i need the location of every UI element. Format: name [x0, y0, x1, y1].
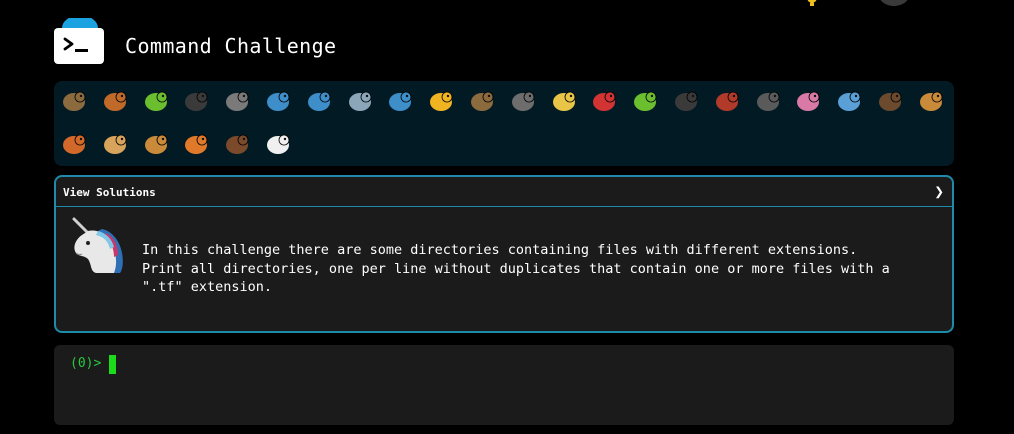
scorpion-icon[interactable]	[711, 85, 743, 117]
ant-icon[interactable]	[180, 85, 212, 117]
chevron-right-icon[interactable]: ❯	[934, 182, 944, 201]
user-avatar[interactable]	[878, 0, 910, 6]
trophy-icon[interactable]	[802, 0, 822, 6]
dog-icon[interactable]	[915, 85, 947, 117]
cricket-icon[interactable]	[629, 85, 661, 117]
page-title: Command Challenge	[125, 34, 337, 58]
challenge-card: View Solutions ❯ In this challenge there…	[54, 175, 954, 333]
butterfly-icon[interactable]	[99, 85, 131, 117]
challenge-icon-bar	[54, 81, 954, 166]
bee-icon[interactable]	[548, 85, 580, 117]
view-solutions-label[interactable]: View Solutions	[63, 186, 156, 199]
blowfish-icon[interactable]	[466, 85, 498, 117]
page: Command Challenge View Solutions ❯ In th…	[0, 0, 1014, 434]
whale-icon[interactable]	[262, 85, 294, 117]
dolphin-icon[interactable]	[344, 85, 376, 117]
wolf-icon[interactable]	[507, 85, 539, 117]
terminal-prompt-icon[interactable]	[54, 18, 104, 64]
monkey-icon[interactable]	[874, 85, 906, 117]
horse-icon[interactable]	[221, 128, 253, 160]
tiger-icon[interactable]	[180, 128, 212, 160]
fox-icon[interactable]	[58, 128, 90, 160]
spider-web-icon[interactable]	[221, 85, 253, 117]
caterpillar-icon[interactable]	[140, 85, 172, 117]
terminal-input-area[interactable]: (0)>	[54, 345, 954, 425]
fish-icon[interactable]	[384, 85, 416, 117]
view-solutions-header[interactable]: View Solutions ❯	[56, 177, 952, 207]
snail-icon[interactable]	[58, 85, 90, 117]
cat-icon[interactable]	[99, 128, 131, 160]
tropical-fish-icon[interactable]	[425, 85, 457, 117]
terminal-cursor[interactable]	[109, 355, 116, 374]
shark-icon[interactable]	[303, 85, 335, 117]
unicorn-icon[interactable]	[262, 128, 294, 160]
ladybug-icon[interactable]	[588, 85, 620, 117]
spider-icon[interactable]	[670, 85, 702, 117]
unicorn-icon	[72, 217, 123, 273]
challenge-description: In this challenge there are some directo…	[142, 242, 890, 295]
worm-icon[interactable]	[792, 85, 824, 117]
fly-icon[interactable]	[752, 85, 784, 117]
lion-icon[interactable]	[140, 128, 172, 160]
microbe-icon[interactable]	[833, 85, 865, 117]
terminal-prompt: (0)>	[70, 356, 102, 371]
